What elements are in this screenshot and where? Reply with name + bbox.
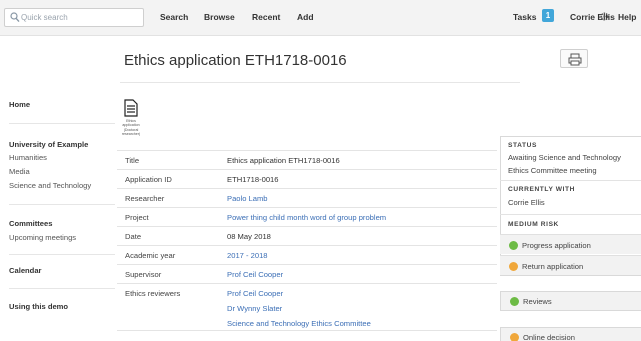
detail-key: Project [125,213,149,222]
green-status-icon [509,241,518,250]
detail-key: Application ID [125,175,172,184]
panel-divider [500,180,641,181]
reviewer-link[interactable]: Dr Wynny Slater [227,304,282,313]
nav-browse[interactable]: Browse [204,12,235,22]
sidebar-divider [9,254,115,255]
detail-row-application-id: Application ID ETH1718-0016 [117,169,497,188]
detail-row-title: Title Ethics application ETH1718-0016 [117,150,497,169]
status-heading: STATUS [508,142,537,149]
tasks-count-badge[interactable]: 1 [542,9,554,22]
nav-help[interactable]: Help [618,12,636,22]
sidebar-org-title[interactable]: University of Example [9,140,88,149]
online-decision-button[interactable]: Online decision [500,327,641,341]
title-divider [120,82,520,83]
sidebar-home[interactable]: Home [9,100,30,109]
return-application-button[interactable]: Return application [500,255,641,275]
detail-key: Date [125,232,142,241]
online-decision-label: Online decision [523,333,575,341]
sidebar-divider [9,123,115,124]
search-icon [10,12,20,23]
caption-line: researcher) [121,131,141,136]
reviewer-link[interactable]: Science and Technology Ethics Committee [227,319,371,328]
action-label: Progress application [522,241,591,250]
quick-search-box[interactable] [4,8,144,27]
page-title: Ethics application ETH1718-0016 [124,52,347,69]
sidebar-item-upcoming-meetings[interactable]: Upcoming meetings [9,233,76,242]
reviews-button[interactable]: Reviews [500,291,641,311]
researcher-link[interactable]: Paolo Lamb [227,194,268,203]
sidebar-item-science-technology[interactable]: Science and Technology [9,181,91,190]
sidebar-using-demo[interactable]: Using this demo [9,302,68,311]
reviewer-link[interactable]: Prof Ceil Cooper [227,289,283,298]
panel-divider [500,214,641,215]
top-bar: Search Browse Recent Add Tasks 1 Corrie … [0,0,641,36]
nav-recent[interactable]: Recent [252,12,280,22]
nav-add[interactable]: Add [297,12,314,22]
detail-row-date: Date 08 May 2018 [117,226,497,245]
sidebar-committees[interactable]: Committees [9,219,52,228]
sidebar-divider [9,288,115,289]
currently-with-heading: CURRENTLY WITH [508,186,576,193]
printer-icon [568,53,582,66]
orange-status-icon [510,333,519,341]
status-text: Awaiting Science and Technology [508,153,621,162]
detail-value: Ethics application ETH1718-0016 [227,156,340,165]
green-status-icon [510,297,519,306]
project-link[interactable]: Power thing child month word of group pr… [227,213,386,222]
status-text: Ethics Committee meeting [508,166,597,175]
detail-value: 08 May 2018 [227,232,271,241]
sidebar-divider [9,204,115,205]
detail-key: Title [125,156,140,165]
detail-key: Ethics reviewers [125,289,181,298]
sidebar-item-humanities[interactable]: Humanities [9,153,47,162]
risk-level-heading: MEDIUM RISK [508,221,559,228]
search-button[interactable]: Search [160,12,188,22]
detail-row-ethics-reviewers: Ethics reviewers Prof Ceil Cooper Dr Wyn… [117,283,497,331]
detail-row-supervisor: Supervisor Prof Ceil Cooper [117,264,497,283]
reviews-label: Reviews [523,297,552,306]
supervisor-link[interactable]: Prof Ceil Cooper [227,270,283,279]
detail-row-academic-year: Academic year 2017 - 2018 [117,245,497,264]
academic-year-link[interactable]: 2017 - 2018 [227,251,268,260]
quick-search-input[interactable] [21,10,139,25]
document-icon [124,99,138,117]
progress-application-button[interactable]: Progress application [500,234,641,254]
sidebar-item-media[interactable]: Media [9,167,30,176]
nav-tasks[interactable]: Tasks [513,12,536,22]
detail-key: Supervisor [125,270,162,279]
document-type-caption: Ethics application (Doctoral researcher) [116,119,146,136]
detail-row-project: Project Power thing child month word of … [117,207,497,226]
detail-key: Academic year [125,251,176,260]
gear-icon[interactable] [600,12,609,21]
orange-status-icon [509,262,518,271]
action-label: Return application [522,262,584,271]
detail-row-researcher: Researcher Paolo Lamb [117,188,497,207]
detail-key: Researcher [125,194,165,203]
sidebar-calendar[interactable]: Calendar [9,266,42,275]
print-button[interactable] [560,49,588,68]
detail-value: ETH1718-0016 [227,175,279,184]
currently-with-value: Corrie Ellis [508,198,545,207]
